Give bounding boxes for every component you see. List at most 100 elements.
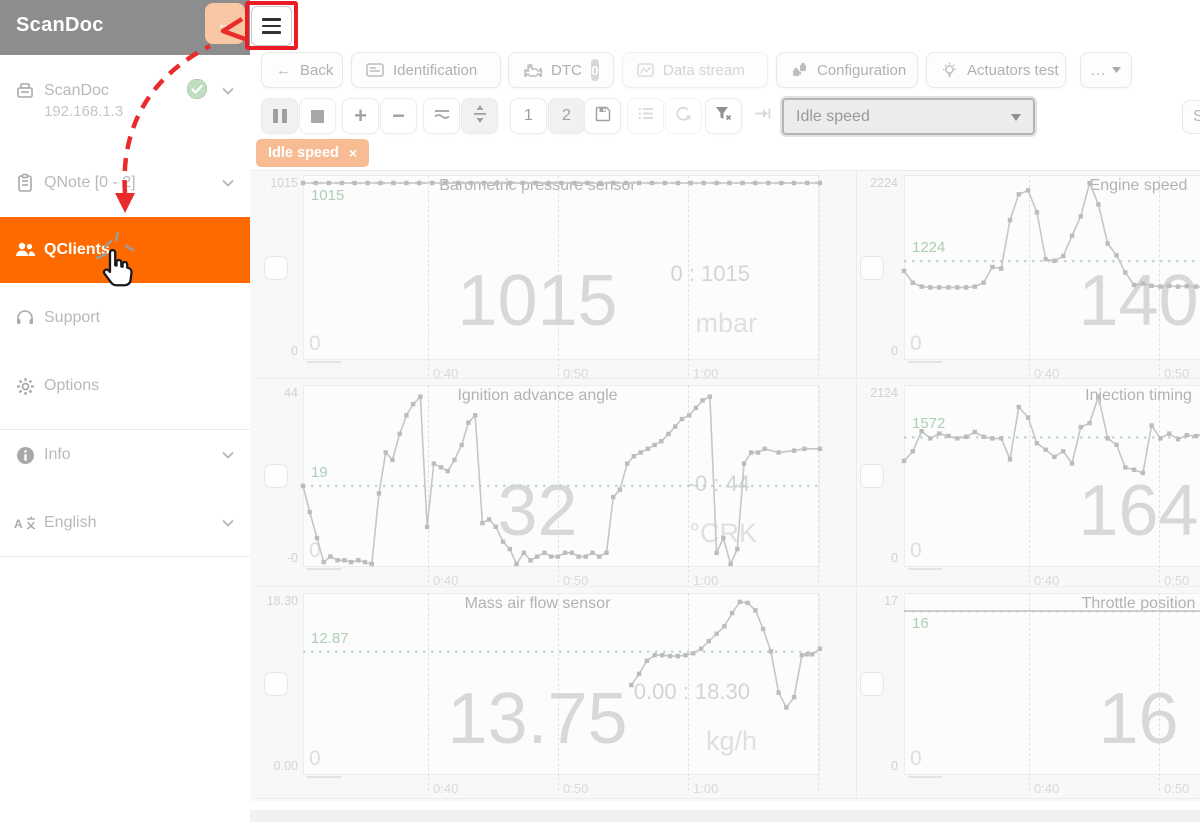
- pause-button[interactable]: [261, 98, 298, 134]
- chart-series-svg: [904, 385, 1200, 567]
- x-axis-tick-label: 0:50: [563, 366, 588, 381]
- headset-icon: [14, 309, 36, 327]
- sidebar-divider: [0, 429, 250, 430]
- data-stream-button[interactable]: Data stream: [622, 52, 768, 88]
- clear-refresh-button[interactable]: [665, 98, 702, 134]
- sidebar-divider: [0, 556, 250, 557]
- y-axis-max-label: 44: [238, 386, 298, 400]
- x-axis-tick-label: 1:00: [693, 366, 718, 381]
- clipboard-icon: [14, 173, 36, 193]
- y-axis-max-label: 1015: [238, 176, 298, 190]
- y-axis-min-label: 0.00: [238, 759, 298, 773]
- horizontal-scrollbar[interactable]: [250, 810, 1200, 822]
- svg-text:A: A: [14, 517, 23, 531]
- x-axis-tick-label: 0:40: [433, 781, 458, 796]
- puzzle-icon: [791, 62, 808, 78]
- chart-checkbox[interactable]: [264, 256, 288, 280]
- origin-underline: [908, 361, 942, 363]
- x-axis-tick-label: 0:50: [563, 573, 588, 588]
- layout-one-button[interactable]: 1: [510, 98, 547, 134]
- y-axis-max-label: 2224: [838, 176, 898, 190]
- stop-button[interactable]: [299, 98, 336, 134]
- x-axis-tick-label: 1:00: [693, 781, 718, 796]
- chart-checkbox[interactable]: [264, 672, 288, 696]
- zoom-in-button[interactable]: +: [342, 98, 379, 134]
- select-value: Idle speed: [796, 108, 870, 126]
- merge-curves-button[interactable]: [423, 98, 460, 134]
- split-view-icon: [473, 105, 487, 128]
- y-axis-min-label: 0: [838, 759, 898, 773]
- clear-filter-button[interactable]: [705, 98, 742, 134]
- data-line: [631, 602, 820, 708]
- connected-status-icon: [186, 78, 208, 105]
- previous-menu-button-ghost: ←: [205, 3, 245, 44]
- chart-series-svg: [904, 175, 1200, 360]
- dropdown-chevron-icon: [1011, 108, 1021, 126]
- origin-underline: [908, 776, 942, 778]
- column-separator: [856, 170, 857, 798]
- start-button-partial[interactable]: S: [1182, 100, 1200, 134]
- save-button[interactable]: [584, 98, 621, 134]
- parameter-group-select[interactable]: Idle speed: [782, 98, 1035, 135]
- actuators-test-button[interactable]: Actuators test: [926, 52, 1066, 88]
- chevron-down-icon[interactable]: [222, 82, 234, 100]
- chevron-down-icon[interactable]: [222, 514, 234, 532]
- bulb-icon: [941, 62, 958, 79]
- chevron-down-icon[interactable]: [222, 446, 234, 464]
- engine-icon: [523, 63, 542, 78]
- sidebar-item-qclients[interactable]: QClients: [0, 217, 250, 283]
- identification-card-icon: [366, 63, 384, 77]
- back-button[interactable]: ← Back: [261, 52, 343, 88]
- dropdown-chevron-icon: [1112, 67, 1121, 73]
- dtc-button[interactable]: DTC 0: [508, 52, 614, 88]
- data-line: [904, 183, 1200, 287]
- scanner-icon: [14, 81, 36, 101]
- sidebar-item-label: Support: [44, 309, 100, 327]
- chart-series-svg: [303, 385, 820, 567]
- x-axis-tick-label: 0:40: [433, 366, 458, 381]
- zoom-out-button[interactable]: −: [380, 98, 417, 134]
- goto-end-icon: [754, 107, 771, 125]
- sidebar-item-language[interactable]: A English: [0, 503, 250, 543]
- layout-two-button[interactable]: 2: [548, 98, 585, 134]
- hamburger-menu-button[interactable]: [251, 6, 292, 46]
- chart-checkbox[interactable]: [860, 464, 884, 488]
- more-button[interactable]: ...: [1080, 52, 1132, 88]
- goto-end-button[interactable]: [744, 98, 781, 134]
- chart-checkbox[interactable]: [264, 464, 288, 488]
- list-button[interactable]: [627, 98, 664, 134]
- configuration-button[interactable]: Configuration: [776, 52, 918, 88]
- gear-icon: [14, 377, 36, 396]
- x-axis-tick-label: 0:40: [1034, 781, 1059, 796]
- list-icon: [638, 107, 654, 125]
- origin-underline: [908, 568, 942, 570]
- sidebar-item-info[interactable]: Info: [0, 435, 250, 475]
- sidebar-item-support[interactable]: Support: [0, 298, 250, 338]
- filter-chip-idle-speed[interactable]: Idle speed ×: [256, 139, 369, 167]
- back-arrow-icon: ←: [216, 13, 234, 34]
- merge-curves-icon: [433, 107, 451, 125]
- back-arrow-icon: ←: [276, 62, 291, 79]
- chip-close-icon[interactable]: ×: [349, 145, 357, 161]
- chart-series-svg: [303, 175, 820, 360]
- y-axis-max-label: 2124: [838, 386, 898, 400]
- sidebar-item-qnote[interactable]: QNote [0 - 2]: [0, 163, 250, 203]
- dtc-count-badge: 0: [591, 59, 599, 81]
- pause-icon: [273, 109, 287, 123]
- plus-icon: +: [354, 105, 367, 127]
- sidebar-item-scandoc-device[interactable]: ScanDoc: [0, 71, 250, 111]
- identification-button[interactable]: Identification: [351, 52, 501, 88]
- sidebar-item-label: Options: [44, 377, 99, 395]
- x-axis-tick-label: 0:50: [1164, 366, 1189, 381]
- sidebar-item-label: English: [44, 514, 96, 532]
- scandoc-app: ScanDoc ← ScanDoc 192.168.1.3: [0, 0, 1200, 824]
- x-axis-tick-label: 0:50: [1164, 573, 1189, 588]
- split-view-button[interactable]: [461, 98, 498, 134]
- chevron-down-icon[interactable]: [222, 174, 234, 192]
- chart-checkbox[interactable]: [860, 672, 884, 696]
- clear-filter-icon: [715, 106, 732, 126]
- sidebar-item-label: QNote [0 - 2]: [44, 174, 136, 192]
- chart-checkbox[interactable]: [860, 256, 884, 280]
- y-axis-min-label: 0: [238, 344, 298, 358]
- sidebar-item-options[interactable]: Options: [0, 366, 250, 406]
